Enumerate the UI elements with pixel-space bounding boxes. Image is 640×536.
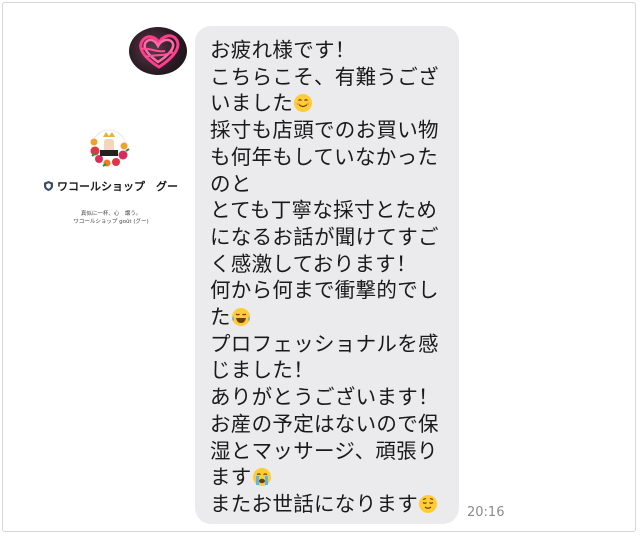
- shield-icon: [44, 181, 53, 191]
- tears-of-joy-icon: [231, 307, 251, 327]
- message-line-text: プロフェッショナルを感: [210, 331, 439, 356]
- message-line: いました: [210, 90, 459, 117]
- message-line-text: ます: [210, 465, 252, 490]
- message-line: 何から何まで衝撃的でし: [210, 277, 459, 304]
- message-line-text: じました！: [210, 358, 314, 383]
- message-line-text: お疲れ様です！: [210, 38, 356, 62]
- shop-name: ワコールショップ グー: [44, 178, 178, 194]
- message-line-text: 何から何まで衝撃的でし: [210, 278, 439, 303]
- message-line: た: [210, 304, 459, 331]
- message-line: とても丁寧な採寸とため: [210, 197, 459, 224]
- message-line: ます: [210, 464, 459, 491]
- message-line-text: た: [210, 305, 231, 330]
- message-bubble[interactable]: お疲れ様です！ こちらこそ、有難うござ いました 採寸も店頭でのお買い物 も何年もしてい…: [195, 26, 459, 524]
- message-line-text: とても丁寧な採寸とため: [210, 198, 438, 223]
- message-line: ありがとうございます！: [210, 384, 459, 411]
- shop-tagline: 真似に一杯、心 譲う。: [80, 211, 142, 217]
- message-line-text: 採寸も店頭でのお買い物: [210, 118, 439, 143]
- message-line: く感激しております！: [210, 251, 459, 278]
- shop-description: 真似に一杯、心 譲う。 ワコールショップ goût (グー): [36, 210, 186, 226]
- message-line-text: ありがとうございます！: [210, 385, 439, 410]
- message-line-text: のと: [210, 171, 252, 196]
- shop-name-label: ワコールショップ グー: [57, 180, 178, 193]
- message-line: またお世話になります: [210, 491, 459, 518]
- shop-line: ワコールショップ goût (グー): [73, 219, 149, 225]
- message-line: も何年もしていなかった: [210, 144, 459, 171]
- smiling-face-icon: [293, 93, 313, 113]
- shop-profile-card: ワコールショップ グー 真似に一杯、心 譲う。 ワコールショップ goût (グ…: [36, 118, 186, 228]
- pink-heart-icon: [139, 34, 180, 69]
- message-text: お疲れ様です！ こちらこそ、有難うござ いました 採寸も店頭でのお買い物 も何年もしてい…: [210, 37, 459, 518]
- message-line-text: こちらこそ、有難うござ: [210, 64, 439, 89]
- message-line-text: お産の予定はないので保: [210, 411, 439, 436]
- message-line: 採寸も店頭でのお買い物: [210, 117, 459, 144]
- message-time: 20:16: [467, 505, 505, 520]
- shop-logo-icon: [90, 129, 130, 167]
- message-line: になるお話が聞けてすご: [210, 224, 459, 251]
- message-line-text: 湿とマッサージ、頑張り: [210, 438, 438, 463]
- message-line-text: く感激しております！: [210, 251, 417, 276]
- message-line: お産の予定はないので保: [210, 411, 459, 438]
- message-line-text: になるお話が聞けてすご: [210, 224, 439, 249]
- message-line: お疲れ様です！: [210, 37, 459, 64]
- message-line-text: も何年もしていなかった: [210, 144, 439, 169]
- message-line: じました！: [210, 357, 459, 384]
- message-line-text: いました: [210, 91, 294, 116]
- relieved-face-icon: [418, 494, 438, 514]
- message-line: のと: [210, 171, 459, 198]
- sender-avatar[interactable]: [129, 27, 187, 75]
- message-line: こちらこそ、有難うござ: [210, 64, 459, 91]
- crying-face-icon: [252, 467, 272, 487]
- message-line: 湿とマッサージ、頑張り: [210, 438, 459, 465]
- message-line: プロフェッショナルを感: [210, 331, 459, 358]
- message-line-text: またお世話になります: [210, 491, 418, 516]
